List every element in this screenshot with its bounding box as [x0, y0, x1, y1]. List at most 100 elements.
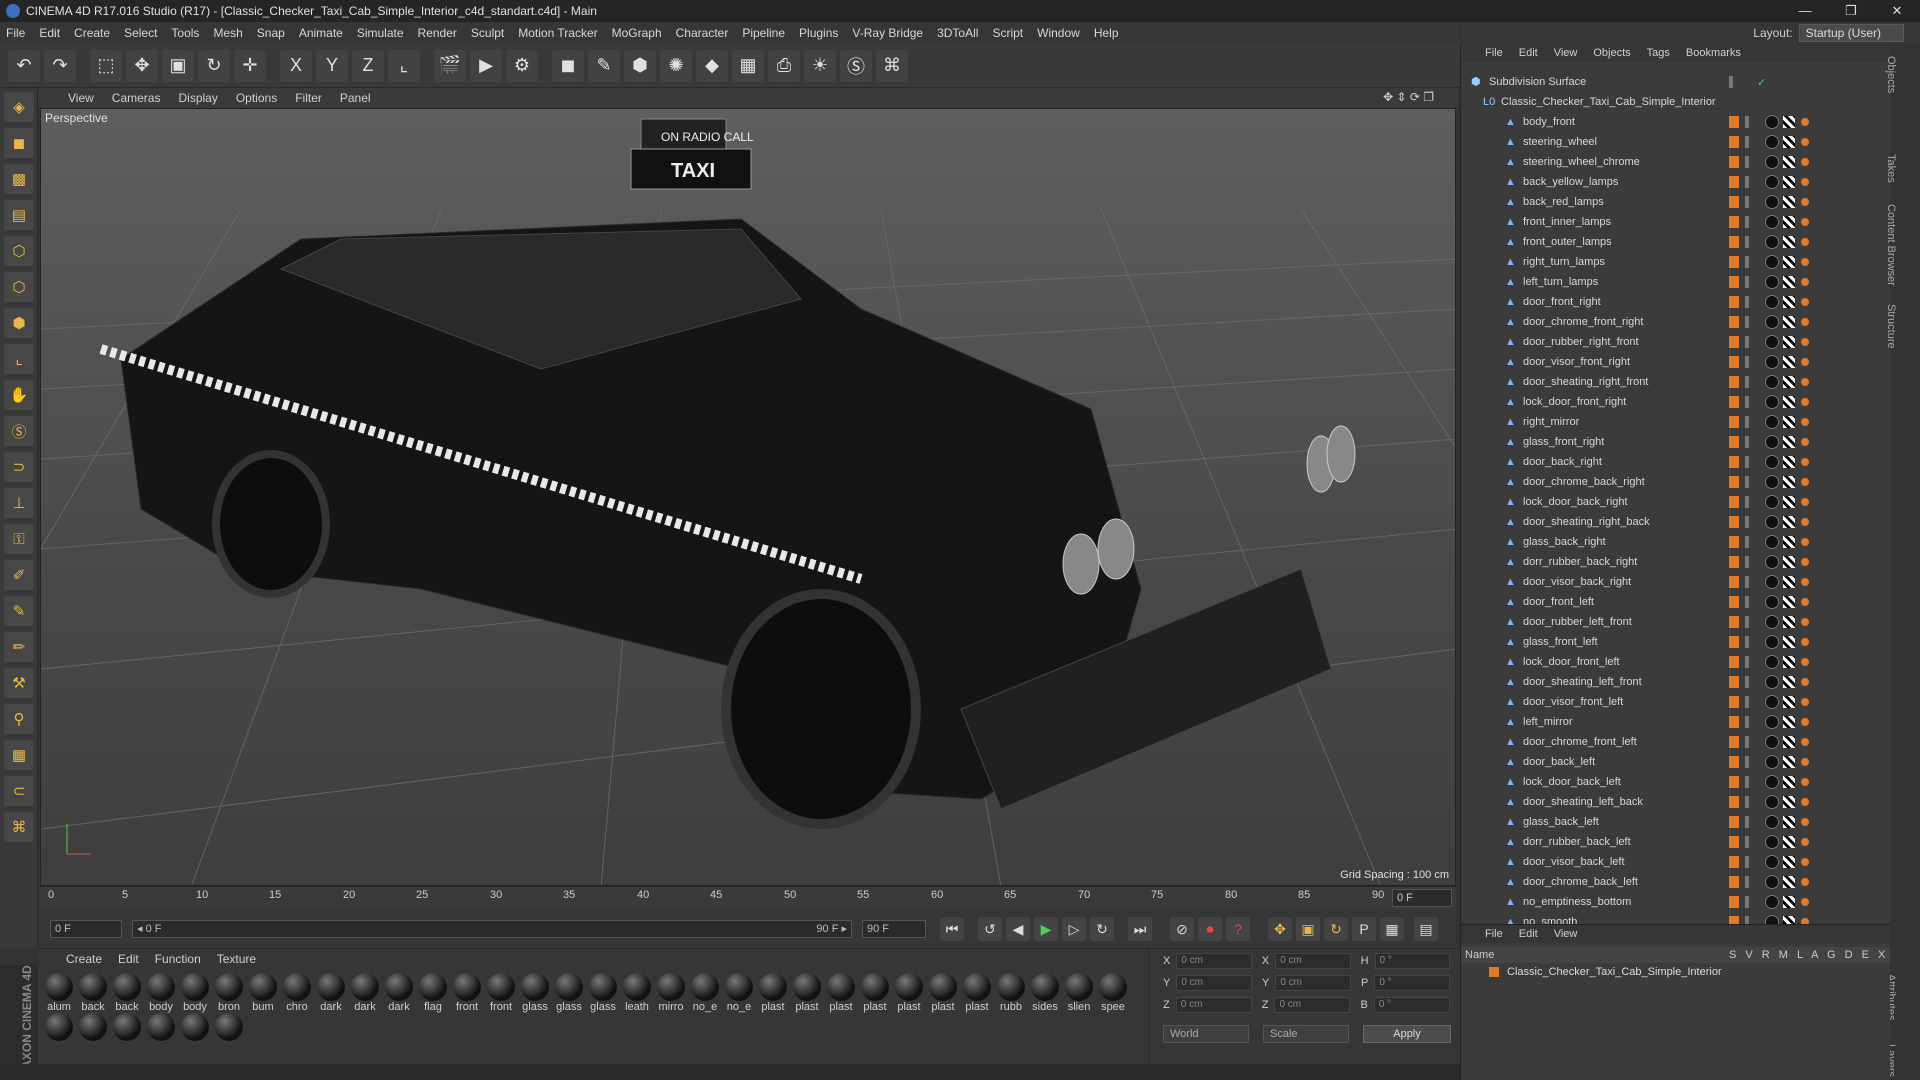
frame-range-slider[interactable]: ◂ 0 F 90 F ▸: [132, 920, 852, 938]
layer-menu-file[interactable]: File: [1485, 928, 1503, 940]
material-tag-icon[interactable]: [1765, 355, 1779, 369]
keyframe-selection-icon[interactable]: ?: [1226, 917, 1250, 941]
object-row[interactable]: ▲ steering_wheel_chrome: [1461, 152, 1881, 172]
object-row[interactable]: ▲ glass_front_right: [1461, 432, 1881, 452]
object-row[interactable]: ▲ no_emptiness_bottom: [1461, 892, 1881, 912]
recent-tool-icon[interactable]: ✛: [234, 49, 266, 82]
phong-tag-icon[interactable]: [1801, 538, 1809, 546]
object-row[interactable]: ▲ glass_back_left: [1461, 812, 1881, 832]
layer-tag-icon[interactable]: [1729, 616, 1739, 628]
workplane-axis-icon[interactable]: ⊥: [4, 488, 34, 518]
visibility-dots[interactable]: [1745, 676, 1749, 688]
magnet-snap-icon[interactable]: ⊂: [4, 776, 34, 806]
object-row[interactable]: ▲ door_sheating_left_front: [1461, 672, 1881, 692]
material-swatch[interactable]: spee: [1096, 973, 1130, 1013]
phong-tag-icon[interactable]: [1801, 398, 1809, 406]
coordinate-field[interactable]: 0 °: [1373, 997, 1450, 1013]
material-tag-icon[interactable]: [1765, 115, 1779, 129]
phong-tag-icon[interactable]: [1801, 838, 1809, 846]
layer-tag-icon[interactable]: [1729, 596, 1739, 608]
material-tag-icon[interactable]: [1765, 495, 1779, 509]
object-row[interactable]: ▲ steering_wheel: [1461, 132, 1881, 152]
phong-tag-icon[interactable]: [1801, 298, 1809, 306]
visibility-dots[interactable]: [1745, 296, 1749, 308]
layer-tag-icon[interactable]: [1729, 356, 1739, 368]
material-tag-icon[interactable]: [1765, 555, 1779, 569]
material-tag-icon[interactable]: [1765, 215, 1779, 229]
visibility-dots[interactable]: [1745, 496, 1749, 508]
undo-icon[interactable]: ↶: [8, 49, 40, 82]
menu-sculpt[interactable]: Sculpt: [471, 26, 504, 40]
coordinate-field[interactable]: 0 cm: [1176, 953, 1252, 969]
coordinate-field[interactable]: 0 cm: [1275, 975, 1351, 991]
texture-tag-icon[interactable]: [1783, 716, 1795, 728]
layer-tag-icon[interactable]: [1729, 436, 1739, 448]
paint-icon[interactable]: ✐: [4, 560, 34, 590]
menu-script[interactable]: Script: [992, 26, 1023, 40]
phong-tag-icon[interactable]: [1801, 518, 1809, 526]
texture-tag-icon[interactable]: [1783, 356, 1795, 368]
phong-tag-icon[interactable]: [1801, 378, 1809, 386]
current-frame-field[interactable]: 0 F: [1392, 889, 1452, 907]
texture-tag-icon[interactable]: [1783, 856, 1795, 868]
polygons-mode-icon[interactable]: ⬢: [4, 308, 34, 338]
coordinate-field[interactable]: 0 °: [1374, 975, 1450, 991]
material-swatch[interactable]: no_e: [722, 973, 756, 1013]
object-row[interactable]: ▲ door_back_left: [1461, 752, 1881, 772]
object-row[interactable]: ▲ door_front_left: [1461, 592, 1881, 612]
phong-tag-icon[interactable]: [1801, 458, 1809, 466]
material-swatch[interactable]: bron: [212, 973, 246, 1013]
world-dropdown[interactable]: World: [1163, 1025, 1249, 1043]
texture-tag-icon[interactable]: [1783, 116, 1795, 128]
texture-tag-icon[interactable]: [1783, 496, 1795, 508]
object-row[interactable]: ▲ left_turn_lamps: [1461, 272, 1881, 292]
object-row[interactable]: ▲ body_front: [1461, 112, 1881, 132]
scale-icon[interactable]: ▣: [162, 49, 194, 82]
make-editable-icon[interactable]: ◈: [4, 92, 34, 122]
object-row[interactable]: ▲ door_sheating_right_front: [1461, 372, 1881, 392]
material-tag-icon[interactable]: [1765, 535, 1779, 549]
material-tag-icon[interactable]: [1765, 755, 1779, 769]
object-row[interactable]: ▲ glass_front_left: [1461, 632, 1881, 652]
texture-tag-icon[interactable]: [1783, 696, 1795, 708]
phong-tag-icon[interactable]: [1801, 138, 1809, 146]
phong-tag-icon[interactable]: [1801, 898, 1809, 906]
tab-structure[interactable]: Structure: [1885, 304, 1897, 349]
texture-tag-icon[interactable]: [1783, 736, 1795, 748]
material-swatch[interactable]: front: [484, 973, 518, 1013]
object-row[interactable]: ▲ door_rubber_left_front: [1461, 612, 1881, 632]
material-swatch[interactable]: plast: [892, 973, 926, 1013]
material-swatch[interactable]: no_e: [688, 973, 722, 1013]
phong-tag-icon[interactable]: [1801, 158, 1809, 166]
material-tag-icon[interactable]: [1765, 775, 1779, 789]
texture-tag-icon[interactable]: [1783, 756, 1795, 768]
phong-tag-icon[interactable]: [1801, 558, 1809, 566]
phong-tag-icon[interactable]: [1801, 578, 1809, 586]
visibility-dots[interactable]: [1745, 796, 1749, 808]
rotation-key-icon[interactable]: ↻: [1324, 917, 1348, 941]
material-tag-icon[interactable]: [1765, 295, 1779, 309]
phong-tag-icon[interactable]: [1801, 198, 1809, 206]
material-tag-icon[interactable]: [1765, 255, 1779, 269]
array-icon[interactable]: ✺: [660, 49, 692, 82]
visibility-dots[interactable]: [1745, 156, 1749, 168]
layer-tag-icon[interactable]: [1729, 336, 1739, 348]
material-swatch[interactable]: glass: [586, 973, 620, 1013]
material-tag-icon[interactable]: [1765, 715, 1779, 729]
visibility-dots[interactable]: [1745, 596, 1749, 608]
sculpt-icon[interactable]: ✎: [4, 596, 34, 626]
layer-tag-icon[interactable]: [1729, 516, 1739, 528]
viewport-menu-view[interactable]: View: [68, 91, 94, 105]
viewport-nav-icons[interactable]: ✥ ⇕ ⟳ ❐: [1383, 90, 1434, 104]
position-key-icon[interactable]: ✥: [1268, 917, 1292, 941]
menu-render[interactable]: Render: [418, 26, 457, 40]
texture-tag-icon[interactable]: [1783, 316, 1795, 328]
material-tag-icon[interactable]: [1765, 675, 1779, 689]
layer-tag-icon[interactable]: [1729, 796, 1739, 808]
knife-icon[interactable]: ⚒: [4, 668, 34, 698]
menu-plugins[interactable]: Plugins: [799, 26, 838, 40]
maximize-button[interactable]: ❐: [1828, 0, 1874, 22]
material-swatch[interactable]: dark: [314, 973, 348, 1013]
material-swatch[interactable]: [212, 1013, 246, 1041]
texture-tag-icon[interactable]: [1783, 276, 1795, 288]
